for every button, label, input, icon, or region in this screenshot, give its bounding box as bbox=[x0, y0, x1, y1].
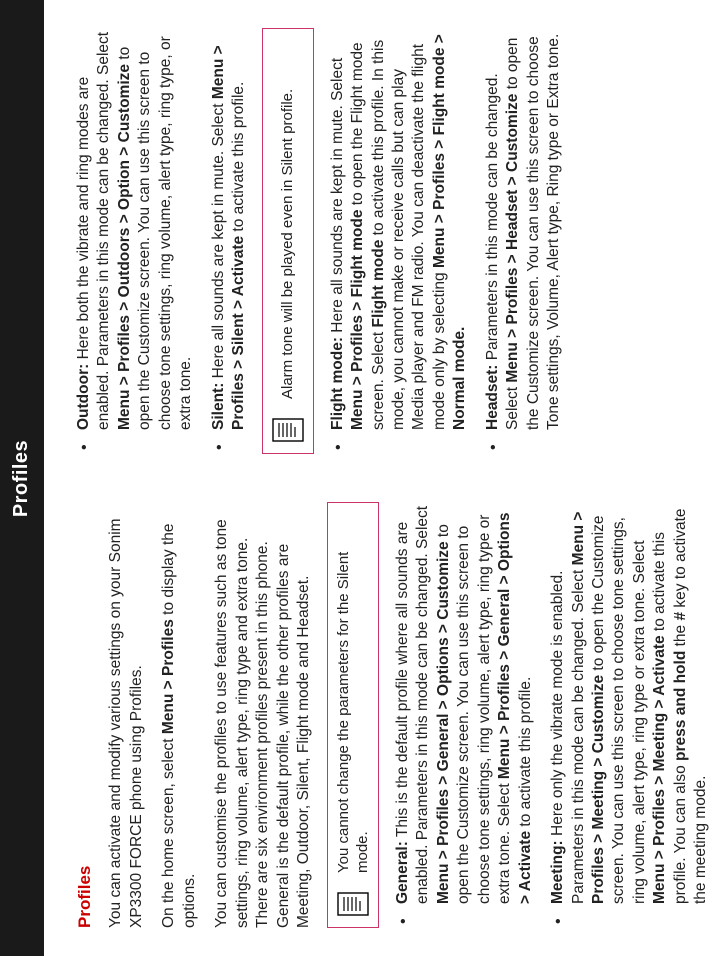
text: Here all sounds are kept in mute. Select bbox=[210, 99, 227, 382]
text: the bbox=[672, 621, 689, 651]
bullet-silent: Silent: Here all sounds are kept in mute… bbox=[209, 28, 250, 454]
menu-path: Menu > Profiles bbox=[160, 619, 177, 734]
customise-para: You can customise the profiles to use fe… bbox=[212, 502, 314, 928]
note-icon bbox=[269, 409, 307, 447]
menu-path: Menu > Profiles > Headset > Customize bbox=[504, 94, 521, 383]
intro-1: You can activate and modify various sett… bbox=[106, 502, 147, 928]
bullet-outdoor: Outdoor: Here both the vibrate and ring … bbox=[74, 28, 197, 454]
note-box-alarm: Alarm tone will be played even in Silent… bbox=[262, 28, 314, 454]
label: Silent: bbox=[210, 383, 227, 430]
bullet-flight: Flight mode: Here all sounds are kept in… bbox=[328, 28, 471, 454]
menu-path: Menu > Profiles > Outdoors > Option > Cu… bbox=[116, 64, 133, 430]
label: Headset: bbox=[484, 365, 501, 430]
bullet-headset: Headset: Parameters in this mode can be … bbox=[483, 28, 565, 454]
note-text: You cannot change the parameters for the… bbox=[334, 511, 372, 873]
note-icon bbox=[334, 883, 372, 921]
sidebar-title: Profiles bbox=[11, 439, 34, 516]
note-text: Alarm tone will be played even in Silent… bbox=[278, 89, 297, 399]
menu-path: Menu > Profiles > Meeting > Activate bbox=[651, 635, 668, 904]
intro-2: On the home screen, select Menu > Profil… bbox=[159, 502, 200, 928]
right-column: Outdoor: Here both the vibrate and ring … bbox=[74, 28, 713, 454]
text: On the home screen, select bbox=[160, 734, 177, 928]
bold: # bbox=[672, 612, 689, 621]
menu-path: Menu > Profiles > General > Options > Cu… bbox=[435, 541, 452, 904]
menu-path: Menu > Profiles > Flight mode bbox=[349, 210, 366, 430]
label: Flight mode: bbox=[329, 337, 346, 430]
label: Outdoor: bbox=[75, 364, 92, 430]
text: Here all sounds are kept in mute. Select bbox=[329, 58, 346, 337]
label: General: bbox=[394, 841, 411, 904]
heading-profiles: Profiles bbox=[74, 502, 96, 928]
bold: Flight mode bbox=[370, 240, 387, 328]
bullet-general: General: This is the default profile whe… bbox=[393, 502, 536, 928]
note-box-silent: You cannot change the parameters for the… bbox=[327, 502, 379, 928]
label: Meeting: bbox=[549, 840, 566, 904]
bold: press and hold bbox=[672, 651, 689, 761]
sidebar: Profiles bbox=[0, 0, 44, 956]
text: to activate this profile. bbox=[230, 82, 247, 236]
page-content: Profiles You can activate and modify var… bbox=[44, 0, 713, 956]
text: to activate this profile. bbox=[517, 677, 534, 831]
bullet-meeting: Meeting: Here only the vibrate mode is e… bbox=[548, 502, 712, 928]
left-column: Profiles You can activate and modify var… bbox=[74, 502, 713, 928]
